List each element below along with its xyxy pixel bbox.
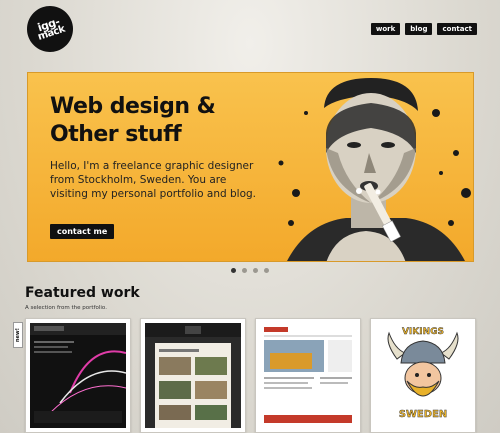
logo[interactable]: igg- mack bbox=[21, 0, 79, 58]
thumb-2-preview bbox=[145, 323, 241, 428]
nav-blog-link[interactable]: blog bbox=[405, 23, 433, 35]
slider-pagination bbox=[231, 268, 269, 273]
thumb-1-artwork bbox=[30, 323, 126, 423]
hero-intro: Hello, I'm a freelance graphic designer … bbox=[50, 160, 257, 200]
thumb-1-preview bbox=[30, 323, 126, 428]
hero-banner: Web design & Other stuff Hello, I'm a fr… bbox=[27, 72, 474, 262]
hero-title-line2: Other stuff bbox=[50, 122, 182, 147]
vikings-text: VIKINGS bbox=[401, 327, 445, 337]
portfolio-thumb-3[interactable] bbox=[255, 318, 361, 433]
hero-title: Web design & Other stuff bbox=[50, 93, 216, 149]
new-badge: new! bbox=[13, 322, 23, 348]
featured-work-subtitle: A selection from the portfolio. bbox=[25, 305, 107, 311]
contact-me-button[interactable]: contact me bbox=[50, 224, 115, 239]
nav-contact-link[interactable]: contact bbox=[437, 23, 477, 35]
featured-work-heading: Featured work bbox=[25, 285, 140, 301]
portrait-illustration bbox=[278, 78, 471, 261]
main-nav: work blog contact bbox=[370, 23, 477, 35]
thumb-4-preview: VIKINGS SWEDEN bbox=[375, 323, 471, 428]
thumb-3-preview bbox=[260, 323, 356, 428]
portfolio-thumb-2[interactable] bbox=[140, 318, 246, 433]
hero-title-line1: Web design & bbox=[50, 94, 216, 119]
sweden-text: SWEDEN bbox=[398, 409, 448, 420]
nav-work-link[interactable]: work bbox=[370, 23, 401, 35]
slider-dot-1[interactable] bbox=[231, 268, 236, 273]
portfolio-thumb-4[interactable]: VIKINGS SWEDEN bbox=[370, 318, 476, 433]
thumb-2-artwork bbox=[145, 323, 241, 428]
slider-dot-4[interactable] bbox=[264, 268, 269, 273]
portfolio-thumb-1[interactable] bbox=[25, 318, 131, 433]
slider-dot-3[interactable] bbox=[253, 268, 258, 273]
thumb-3-artwork bbox=[264, 327, 352, 423]
slider-dot-2[interactable] bbox=[242, 268, 247, 273]
